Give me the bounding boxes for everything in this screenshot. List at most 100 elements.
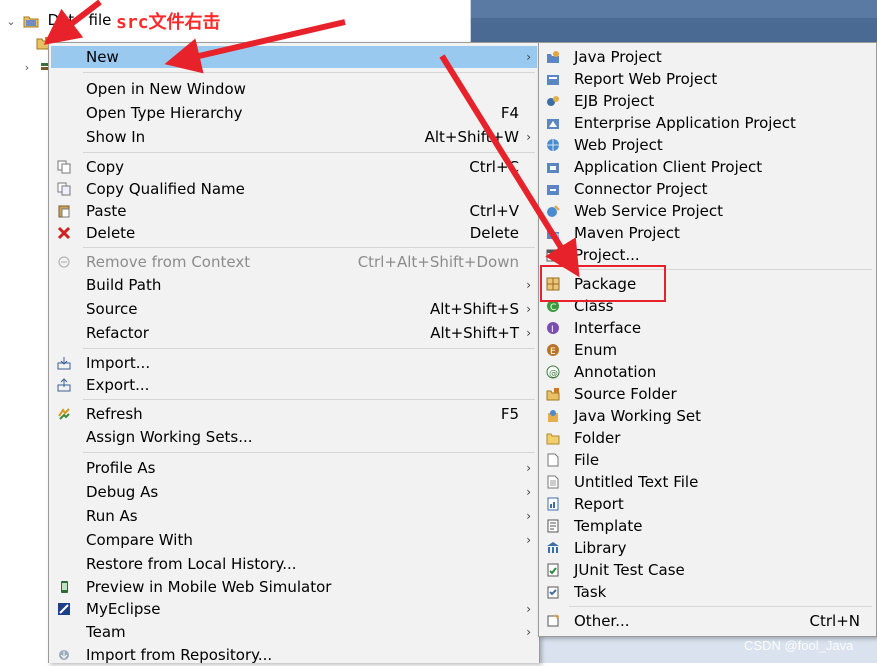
copy-icon: [57, 160, 71, 174]
submenu-item-connector-project[interactable]: Connector Project: [541, 178, 874, 200]
submenu-item-annotation[interactable]: @ Annotation: [541, 361, 874, 383]
menu-item-open-in-new-window[interactable]: Open in New Window: [51, 78, 537, 100]
submenu-item-web-service-project[interactable]: Web Service Project: [541, 200, 874, 222]
junit-icon: [547, 563, 559, 577]
java-working-set-icon: [548, 410, 558, 422]
menu-item-refresh[interactable]: Refresh F5: [51, 403, 537, 425]
svg-text:E: E: [550, 347, 556, 357]
folder-icon: [546, 433, 560, 445]
menu-item-refactor[interactable]: Refactor Alt+Shift+T ›: [51, 322, 537, 344]
menu-item-label: Report: [574, 495, 624, 513]
submenu-item-junit-test-case[interactable]: JUnit Test Case: [541, 559, 874, 581]
menu-item-show-in[interactable]: Show In Alt+Shift+W ›: [51, 126, 537, 148]
menu-item-debug-as[interactable]: Debug As ›: [51, 481, 537, 503]
submenu-item-file[interactable]: File: [541, 449, 874, 471]
menu-item-assign-working-sets[interactable]: Assign Working Sets...: [51, 426, 537, 448]
project-folder-icon: [23, 16, 39, 27]
submenu-item-enum[interactable]: E Enum: [541, 339, 874, 361]
submenu-item-template[interactable]: Template: [541, 515, 874, 537]
menu-item-label: Web Service Project: [574, 202, 723, 220]
menu-item-label: Interface: [574, 319, 642, 337]
menu-item-label: Project...: [574, 246, 640, 264]
submenu-item-report-web-project[interactable]: Report Web Project: [541, 68, 874, 90]
menu-item-label: Open Type Hierarchy: [86, 104, 243, 122]
submenu-item-other[interactable]: Other... Ctrl+N: [541, 610, 874, 632]
menu-item-label: Team: [86, 623, 126, 641]
menu-item-build-path[interactable]: Build Path ›: [51, 274, 537, 296]
web-project-icon: [547, 139, 559, 151]
menu-item-shortcut: Ctrl+C: [469, 158, 519, 176]
menu-item-profile-as[interactable]: Profile As ›: [51, 457, 537, 479]
annotation-text: src文件右击: [116, 12, 221, 33]
maven-project-icon: m: [547, 230, 560, 240]
menu-item-new[interactable]: New ›: [51, 46, 537, 68]
menu-item-remove-from-context[interactable]: Remove from Context Ctrl+Alt+Shift+Down: [51, 251, 537, 273]
mobile-preview-icon: [61, 581, 68, 593]
submenu-item-application-client-project[interactable]: Application Client Project: [541, 156, 874, 178]
refresh-icon: [58, 408, 70, 420]
menu-item-shortcut: Alt+Shift+W: [424, 128, 519, 146]
menu-item-label: Assign Working Sets...: [86, 428, 253, 446]
menu-item-label: Java Project: [574, 48, 662, 66]
menu-item-label: Paste: [86, 202, 127, 220]
submenu-arrow-icon: ›: [526, 602, 531, 616]
chevron-down-icon[interactable]: ⌄: [4, 11, 18, 33]
menu-item-restore-from-local-history[interactable]: Restore from Local History...: [51, 553, 537, 575]
template-icon: [547, 519, 559, 533]
enum-icon: E: [547, 344, 559, 357]
menu-item-label: Untitled Text File: [574, 473, 699, 491]
ejb-project-icon: [547, 96, 559, 106]
menu-item-export[interactable]: Export...: [51, 374, 537, 396]
menu-item-source[interactable]: Source Alt+Shift+S ›: [51, 298, 537, 320]
tree-row-project[interactable]: ⌄ Dat file: [4, 9, 111, 31]
svg-text:@: @: [549, 369, 558, 379]
menu-item-shortcut: F5: [500, 405, 519, 423]
submenu-arrow-icon: ›: [526, 302, 531, 316]
submenu-item-source-folder[interactable]: Source Folder: [541, 383, 874, 405]
submenu-item-interface[interactable]: I Interface: [541, 317, 874, 339]
menu-item-copy-qualified-name[interactable]: Copy Qualified Name: [51, 178, 537, 200]
menu-item-delete[interactable]: Delete Delete: [51, 222, 537, 244]
submenu-item-java-working-set[interactable]: Java Working Set: [541, 405, 874, 427]
menu-item-label: Show In: [86, 128, 146, 146]
library-icon: [547, 542, 559, 553]
text-file-icon: [547, 475, 559, 489]
menu-item-label: Java Working Set: [574, 407, 702, 425]
menu-item-myeclipse[interactable]: MyEclipse ›: [51, 598, 537, 620]
file-icon: [547, 453, 559, 467]
menu-separator: [83, 247, 535, 248]
submenu-item-maven-project[interactable]: m Maven Project: [541, 222, 874, 244]
submenu-item-ejb-project[interactable]: EJB Project: [541, 90, 874, 112]
menu-item-compare-with[interactable]: Compare With ›: [51, 529, 537, 551]
submenu-item-report[interactable]: Report: [541, 493, 874, 515]
submenu-item-enterprise-application-project[interactable]: Enterprise Application Project: [541, 112, 874, 134]
menu-item-open-type-hierarchy[interactable]: Open Type Hierarchy F4: [51, 102, 537, 124]
project-name: Dat file: [47, 11, 112, 29]
menu-item-label: Build Path: [86, 276, 162, 294]
menu-item-label: Application Client Project: [574, 158, 763, 176]
menu-item-paste[interactable]: Paste Ctrl+V: [51, 200, 537, 222]
submenu-item-project[interactable]: Project...: [541, 244, 874, 266]
delete-icon: [57, 226, 71, 240]
submenu-item-web-project[interactable]: Web Project: [541, 134, 874, 156]
menu-item-run-as[interactable]: Run As ›: [51, 505, 537, 527]
menu-item-preview-mobile[interactable]: Preview in Mobile Web Simulator: [51, 576, 537, 598]
menu-item-label: MyEclipse: [86, 600, 161, 618]
submenu-item-untitled-text-file[interactable]: Untitled Text File: [541, 471, 874, 493]
menu-item-team[interactable]: Team ›: [51, 621, 537, 643]
menu-item-label: Source Folder: [574, 385, 677, 403]
menu-item-import[interactable]: Import...: [51, 352, 537, 374]
menu-separator: [83, 152, 535, 153]
submenu-item-task[interactable]: Task: [541, 581, 874, 603]
report-web-project-icon: [547, 75, 559, 85]
task-icon: [547, 586, 559, 599]
submenu-item-java-project[interactable]: Java Project: [541, 46, 874, 68]
menu-item-label: Delete: [86, 224, 136, 242]
chevron-right-icon[interactable]: ›: [20, 57, 34, 79]
menu-item-label: Debug As: [86, 483, 159, 501]
export-icon: [57, 378, 71, 392]
submenu-item-folder[interactable]: Folder: [541, 427, 874, 449]
submenu-item-library[interactable]: Library: [541, 537, 874, 559]
menu-item-label: Source: [86, 300, 138, 318]
menu-item-copy[interactable]: Copy Ctrl+C: [51, 156, 537, 178]
